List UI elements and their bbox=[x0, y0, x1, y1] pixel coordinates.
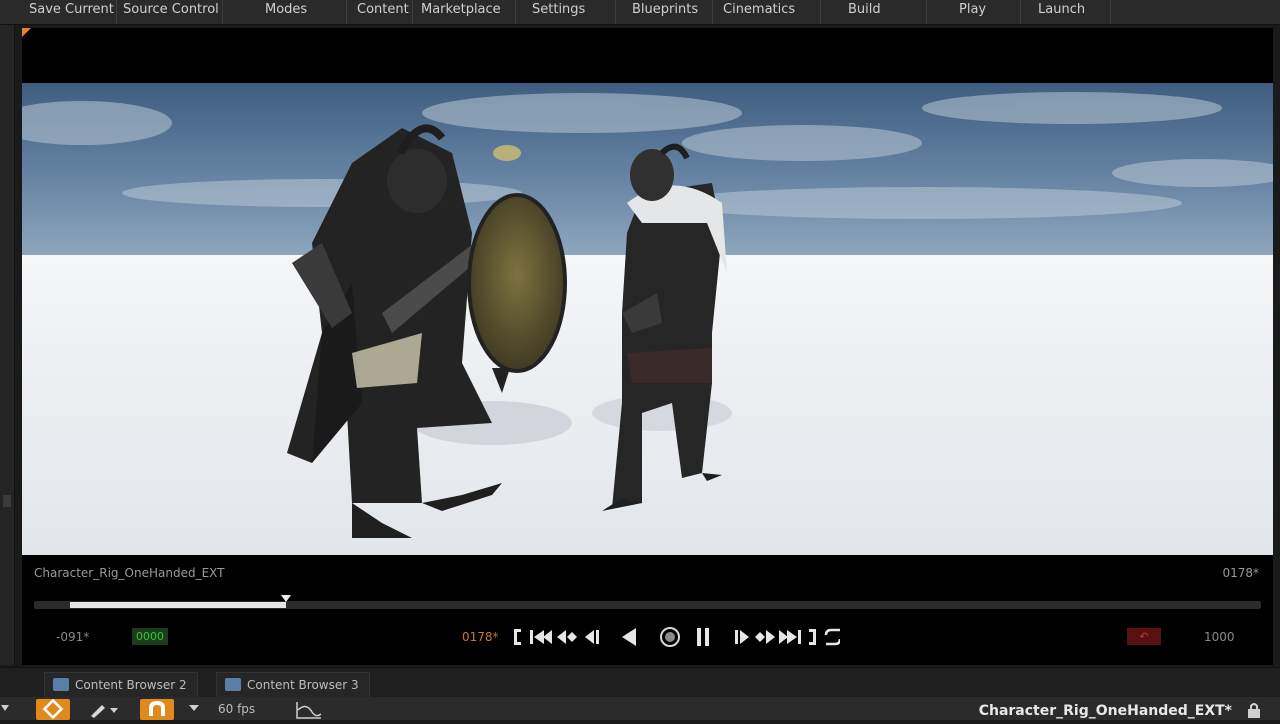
loop-mode-indicator[interactable]: ↶ bbox=[1127, 628, 1161, 645]
toolbar-divider bbox=[116, 0, 117, 24]
toolbar-divider bbox=[712, 0, 713, 24]
animation-viewport[interactable]: Character_Rig_OneHanded_EXT 0178* -091* … bbox=[22, 28, 1273, 665]
left-panel-strip bbox=[0, 25, 15, 665]
step-back-key-icon[interactable] bbox=[557, 630, 577, 644]
tab-label: Content Browser 3 bbox=[247, 678, 359, 692]
toolbar-modes[interactable]: Modes bbox=[265, 2, 307, 17]
toolbar-save-current[interactable]: Save Current bbox=[29, 2, 114, 17]
scrub-played-range bbox=[70, 602, 286, 608]
toolbar-divider bbox=[222, 0, 223, 24]
snap-tool-button[interactable] bbox=[140, 699, 174, 720]
bracket-end-icon[interactable] bbox=[809, 629, 816, 645]
playhead-marker[interactable] bbox=[281, 595, 291, 602]
key-tool-button[interactable] bbox=[36, 698, 70, 720]
magnet-icon bbox=[149, 700, 165, 716]
bottom-toolbar: 60 fps Character_Rig_OneHanded_EXT* bbox=[0, 697, 1280, 720]
toolbar-divider bbox=[1110, 0, 1111, 24]
frame-rate-indicator: 0000 bbox=[132, 628, 168, 645]
toolbar-divider bbox=[346, 0, 347, 24]
toolbar-divider bbox=[412, 0, 413, 24]
lock-icon[interactable] bbox=[1244, 701, 1266, 719]
toolbar-divider bbox=[515, 0, 516, 24]
play-reverse-icon[interactable] bbox=[622, 628, 636, 646]
viewport-corner-marker bbox=[22, 28, 31, 37]
skip-end-icon[interactable] bbox=[779, 630, 801, 644]
toolbar-divider bbox=[820, 0, 821, 24]
loop-icon[interactable] bbox=[824, 628, 842, 646]
end-frame-field[interactable]: 1000 bbox=[1204, 630, 1235, 644]
fps-selector[interactable]: 60 fps bbox=[218, 702, 255, 716]
brush-icon[interactable] bbox=[88, 700, 122, 718]
current-frame-field[interactable]: 0178* bbox=[462, 630, 499, 644]
toolbar-build[interactable]: Build bbox=[848, 2, 881, 17]
toolbar-content[interactable]: Content bbox=[357, 2, 409, 17]
toolbar-divider bbox=[926, 0, 927, 24]
main-toolbar: Save Current Source Control Modes Conten… bbox=[0, 0, 1280, 25]
panel-collapse-handle[interactable] bbox=[3, 495, 11, 507]
bracket-start-icon[interactable] bbox=[514, 629, 521, 645]
toolbar-launch[interactable]: Launch bbox=[1038, 2, 1085, 17]
content-browser-icon bbox=[53, 678, 69, 691]
skip-start-icon[interactable] bbox=[530, 630, 552, 644]
transport-controls bbox=[510, 623, 842, 651]
key-icon bbox=[42, 698, 64, 720]
pause-icon[interactable] bbox=[697, 628, 709, 646]
asset-title: Character_Rig_OneHanded_EXT* bbox=[978, 703, 1232, 719]
toolbar-blueprints[interactable]: Blueprints bbox=[632, 2, 698, 17]
toolbar-cinematics[interactable]: Cinematics bbox=[723, 2, 795, 17]
start-frame-field[interactable]: -091* bbox=[56, 630, 89, 644]
toolbar-divider bbox=[615, 0, 616, 24]
step-forward-key-icon[interactable] bbox=[755, 630, 775, 644]
toolbar-marketplace[interactable]: Marketplace bbox=[421, 2, 501, 17]
toolbar-play[interactable]: Play bbox=[959, 2, 986, 17]
chevron-down-icon[interactable] bbox=[0, 703, 10, 715]
tab-label: Content Browser 2 bbox=[75, 678, 187, 692]
record-icon[interactable] bbox=[660, 627, 680, 647]
frame-readout: 0178* bbox=[1222, 566, 1259, 580]
toolbar-source-control[interactable]: Source Control bbox=[123, 2, 219, 17]
toolbar-settings[interactable]: Settings bbox=[532, 2, 585, 17]
curve-editor-icon[interactable] bbox=[294, 700, 324, 720]
tab-content-browser-3[interactable]: Content Browser 3 bbox=[216, 672, 370, 697]
step-forward-frame-icon[interactable] bbox=[735, 630, 749, 644]
chevron-down-icon[interactable] bbox=[188, 703, 200, 715]
tab-content-browser-2[interactable]: Content Browser 2 bbox=[44, 672, 198, 697]
animation-name-label: Character_Rig_OneHanded_EXT bbox=[34, 566, 225, 580]
step-back-frame-icon[interactable] bbox=[585, 630, 599, 644]
content-browser-icon bbox=[225, 678, 241, 691]
timeline-scrubber[interactable] bbox=[34, 595, 1261, 609]
bottom-tab-bar: Content Browser 2 Content Browser 3 bbox=[0, 667, 1280, 698]
toolbar-divider bbox=[1020, 0, 1021, 24]
viewport-scene[interactable] bbox=[22, 83, 1273, 555]
